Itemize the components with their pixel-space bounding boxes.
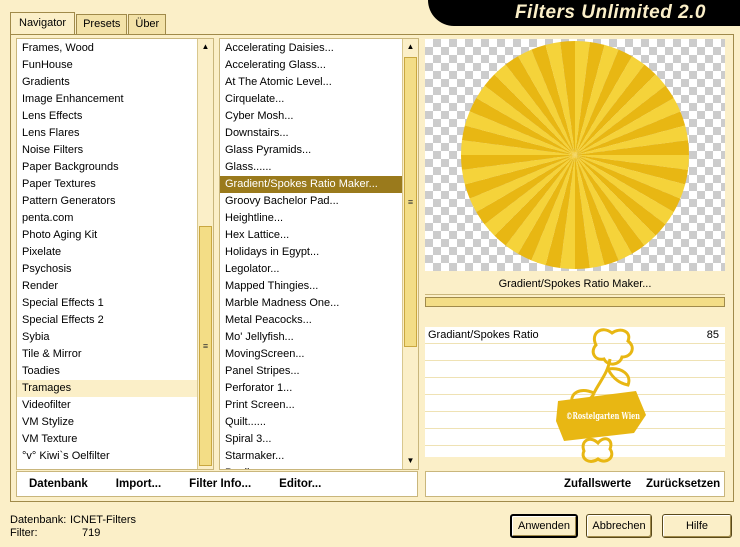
editor-button[interactable]: Editor... — [279, 478, 321, 490]
spokes-preview-image — [461, 41, 689, 269]
list-item[interactable]: Pixelate — [17, 244, 213, 261]
scroll-thumb[interactable]: ≡ — [404, 57, 417, 347]
list-item[interactable]: Sybia — [17, 329, 213, 346]
list-item[interactable]: Accelerating Glass... — [220, 57, 418, 74]
datenbank-value: ICNET-Filters — [70, 514, 136, 526]
watermark-text: ©Rostelgarten Wien — [566, 412, 640, 422]
parameter-panel: Gradiant/Spokes Ratio 85 ©Rostelgarten W… — [425, 327, 725, 463]
list-item[interactable]: Marble Madness One... — [220, 295, 418, 312]
list-item[interactable]: FunHouse — [17, 57, 213, 74]
category-scrollbar[interactable]: ▲ ≡ — [197, 39, 213, 469]
list-item[interactable]: Starmaker... — [220, 448, 418, 465]
list-item[interactable]: Perforator 1... — [220, 380, 418, 397]
list-item[interactable]: MovingScreen... — [220, 346, 418, 363]
filter-count-label: Filter: — [10, 527, 38, 539]
list-item[interactable]: Hex Lattice... — [220, 227, 418, 244]
list-item[interactable]: Tramages — [17, 380, 213, 397]
scroll-down-icon[interactable]: ▼ — [403, 454, 418, 468]
zuruecksetzen-button[interactable]: Zurücksetzen — [646, 478, 720, 490]
filter-scrollbar[interactable]: ▲ ≡ ▼ — [402, 39, 418, 469]
list-item[interactable]: Print Screen... — [220, 397, 418, 414]
category-list[interactable]: Frames, Wood FunHouse Gradients Image Enhan… — [16, 38, 214, 470]
list-item[interactable]: Frames, Wood — [17, 40, 213, 57]
list-item[interactable]: Quilt...... — [220, 414, 418, 431]
list-item[interactable]: VM Stylize — [17, 414, 213, 431]
list-item[interactable]: Panel Stripes... — [220, 363, 418, 380]
filter-info-button[interactable]: Filter Info... — [189, 478, 251, 490]
import-button[interactable]: Import... — [116, 478, 161, 490]
list-item[interactable]: Videofilter — [17, 397, 213, 414]
list-item[interactable]: Downstairs... — [220, 125, 418, 142]
tab-bar: Navigator Presets Über — [10, 12, 167, 34]
progress-bar — [425, 297, 725, 307]
app-title: Filters Unlimited 2.0 — [428, 0, 740, 26]
list-item[interactable]: Legolator... — [220, 261, 418, 278]
tab-uber[interactable]: Über — [128, 14, 167, 34]
list-item[interactable]: Gradients — [17, 74, 213, 91]
list-item[interactable]: At The Atomic Level... — [220, 74, 418, 91]
preview-filter-name: Gradient/Spokes Ratio Maker... — [425, 273, 725, 295]
list-item[interactable]: Special Effects 2 — [17, 312, 213, 329]
list-item[interactable]: Holidays in Egypt... — [220, 244, 418, 261]
tab-presets[interactable]: Presets — [76, 14, 128, 34]
list-item[interactable]: Glass...... — [220, 159, 418, 176]
list-item[interactable]: Paper Textures — [17, 176, 213, 193]
list-item[interactable]: Spiral 3... — [220, 431, 418, 448]
main-frame: Frames, Wood FunHouse Gradients Image Enhan… — [10, 34, 734, 502]
list-item[interactable]: Gradient/Spokes Ratio Maker... — [220, 176, 418, 193]
list-item[interactable]: °v° Kiwi`s Oelfilter — [17, 448, 213, 465]
list-item[interactable]: Glass Pyramids... — [220, 142, 418, 159]
list-item[interactable]: penta.com — [17, 210, 213, 227]
hilfe-button[interactable]: Hilfe — [662, 514, 732, 538]
scroll-thumb[interactable]: ≡ — [199, 226, 212, 466]
filter-count-value: 719 — [82, 527, 101, 539]
list-item[interactable]: Mapped Thingies... — [220, 278, 418, 295]
filter-list[interactable]: Accelerating Daisies... Accelerating Glas… — [219, 38, 419, 470]
list-item[interactable]: Lens Effects — [17, 108, 213, 125]
scroll-up-icon[interactable]: ▲ — [198, 40, 213, 54]
abbrechen-button[interactable]: Abbrechen — [586, 514, 652, 538]
list-item[interactable]: VM Texture — [17, 431, 213, 448]
list-item[interactable]: Pattern Generators — [17, 193, 213, 210]
list-item[interactable]: Metal Peacocks... — [220, 312, 418, 329]
flower-watermark-logo: ©Rostelgarten Wien — [556, 328, 646, 463]
list-item[interactable]: Mo' Jellyfish... — [220, 329, 418, 346]
list-item[interactable]: Special Effects 1 — [17, 295, 213, 312]
list-item[interactable]: Psychosis — [17, 261, 213, 278]
zufallswerte-button[interactable]: Zufallswerte — [564, 478, 631, 490]
datenbank-button[interactable]: Datenbank — [29, 478, 88, 490]
list-item[interactable]: Noise Filters — [17, 142, 213, 159]
scroll-up-icon[interactable]: ▲ — [403, 40, 418, 54]
list-item[interactable]: Heightline... — [220, 210, 418, 227]
list-item[interactable]: Lens Flares — [17, 125, 213, 142]
param-value[interactable]: 85 — [707, 327, 719, 344]
preset-button-row: Zufallswerte Zurücksetzen — [425, 471, 725, 497]
datenbank-label: Datenbank: — [10, 514, 67, 526]
list-item[interactable]: Render — [17, 278, 213, 295]
anwenden-button[interactable]: Anwenden — [510, 514, 578, 538]
list-item[interactable]: Paper Backgrounds — [17, 159, 213, 176]
list-item[interactable]: Cyber Mosh... — [220, 108, 418, 125]
list-item[interactable]: Image Enhancement — [17, 91, 213, 108]
preview-pane — [425, 39, 725, 271]
list-item[interactable]: Pupil... — [220, 465, 418, 469]
list-item[interactable]: Tile & Mirror — [17, 346, 213, 363]
status-area: Datenbank: ICNET-Filters Filter: 719 — [10, 514, 136, 540]
list-item[interactable]: Toadies — [17, 363, 213, 380]
list-item[interactable]: Cirquelate... — [220, 91, 418, 108]
list-item[interactable]: Groovy Bachelor Pad... — [220, 193, 418, 210]
tab-navigator[interactable]: Navigator — [10, 12, 76, 34]
list-item[interactable]: Accelerating Daisies... — [220, 40, 418, 57]
param-label: Gradiant/Spokes Ratio — [428, 329, 539, 341]
bottom-button-row: Datenbank Import... Filter Info... Edito… — [16, 471, 418, 497]
list-item[interactable]: Photo Aging Kit — [17, 227, 213, 244]
